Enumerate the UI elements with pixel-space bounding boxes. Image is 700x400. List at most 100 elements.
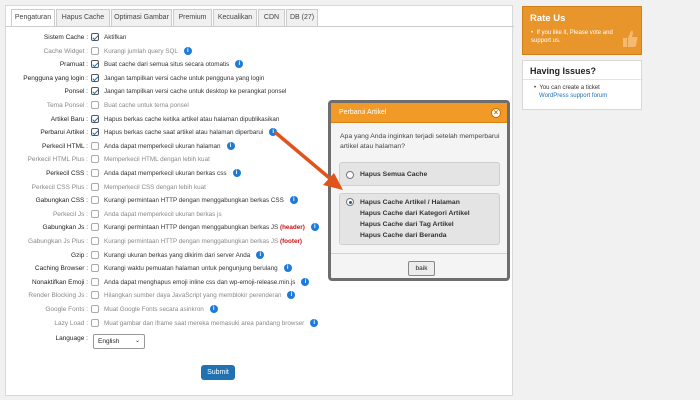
setting-checkbox[interactable] bbox=[91, 223, 99, 232]
setting-checkbox[interactable] bbox=[91, 73, 99, 82]
setting-checkbox[interactable] bbox=[91, 60, 99, 69]
setting-label: Lazy Load : bbox=[54, 319, 88, 327]
setting-checkbox[interactable] bbox=[91, 264, 99, 273]
option-line: Hapus Cache dari Kategori Artikel bbox=[360, 210, 470, 217]
setting-description: Kurangi permintaan HTTP dengan menggabun… bbox=[104, 222, 305, 233]
setting-checkbox[interactable] bbox=[91, 114, 99, 123]
setting-row: Lazy Load : Muat gambar dan iframe saat m… bbox=[6, 318, 511, 330]
thumbs-up-icon[interactable] bbox=[622, 29, 639, 49]
setting-description-text: Hapus berkas cache saat artikel atau hal… bbox=[104, 129, 264, 137]
setting-checkbox[interactable] bbox=[91, 237, 99, 245]
info-icon[interactable]: i bbox=[269, 128, 278, 137]
chevron-down-icon: ⌄ bbox=[134, 338, 140, 344]
setting-description-text: Hapus berkas cache ketika artikel atau h… bbox=[104, 115, 280, 123]
submit-button[interactable]: Submit bbox=[201, 365, 235, 380]
setting-description: Anda dapat menghapus emoji inline css da… bbox=[104, 277, 295, 288]
setting-checkbox[interactable] bbox=[91, 155, 99, 164]
setting-description-text: Aktifkan bbox=[104, 34, 127, 41]
info-icon[interactable]: i bbox=[289, 196, 298, 205]
setting-checkbox[interactable] bbox=[91, 291, 99, 300]
tab-premium[interactable]: Premium bbox=[173, 9, 212, 27]
setting-row: Google Fonts : Muat Google Fonts secara a… bbox=[6, 304, 511, 316]
info-icon[interactable]: i bbox=[310, 318, 319, 327]
setting-description: Kurangi ukuran berkas yang dikirim dari … bbox=[104, 250, 250, 261]
setting-checkbox[interactable] bbox=[91, 141, 99, 150]
setting-checkbox[interactable] bbox=[91, 128, 99, 137]
info-icon[interactable]: i bbox=[256, 250, 265, 259]
tab-cdn[interactable]: CDN bbox=[258, 9, 285, 27]
divider bbox=[331, 253, 507, 254]
setting-description: Anda dapat memperkecil ukuran berkas js bbox=[104, 209, 222, 220]
setting-checkbox[interactable] bbox=[91, 182, 99, 191]
setting-checkbox[interactable] bbox=[91, 209, 99, 218]
close-icon[interactable]: × bbox=[491, 108, 501, 118]
setting-description: Kurangi permintaan HTTP dengan menggabun… bbox=[104, 236, 302, 247]
info-icon[interactable]: i bbox=[287, 291, 296, 300]
setting-row: Sistem Cache : Aktifkan bbox=[6, 32, 511, 44]
setting-description: Kurangi jumlah query SQL bbox=[104, 46, 178, 57]
setting-label: Ponsel : bbox=[64, 88, 89, 96]
setting-checkbox[interactable] bbox=[91, 305, 99, 313]
setting-description: Muat gambar dan iframe saat mereka memas… bbox=[104, 318, 304, 329]
setting-description-text: Anda dapat memperkecil ukuran berkas js bbox=[104, 210, 222, 218]
ticket-text: You can create a ticket bbox=[539, 85, 600, 91]
setting-checkbox[interactable] bbox=[91, 33, 99, 41]
setting-label: Perkecil CSS : bbox=[46, 170, 88, 177]
info-icon[interactable]: i bbox=[310, 223, 319, 232]
setting-label: Google Fonts : bbox=[45, 306, 88, 313]
setting-checkbox[interactable] bbox=[91, 169, 99, 177]
tab-db-27[interactable]: DB (27) bbox=[286, 9, 318, 27]
radio-button-selected[interactable] bbox=[346, 198, 354, 206]
option-label: Hapus Cache Artikel / Halaman Hapus Cach… bbox=[360, 197, 470, 241]
radio-button[interactable] bbox=[346, 171, 354, 179]
update-post-dialog: Perbarui Artikel × Apa yang Anda inginka… bbox=[328, 100, 510, 281]
tab-pengaturan[interactable]: Pengaturan bbox=[11, 9, 55, 27]
tab-kecualikan[interactable]: Kecualikan bbox=[213, 9, 257, 27]
option-clear-post-cache[interactable]: Hapus Cache Artikel / Halaman Hapus Cach… bbox=[339, 193, 500, 245]
having-issues-text: • You can create a ticket WordPress supp… bbox=[534, 85, 608, 99]
language-label: Language : bbox=[55, 335, 88, 342]
info-icon[interactable]: i bbox=[283, 264, 292, 273]
setting-checkbox[interactable] bbox=[91, 196, 99, 205]
setting-description-text: Jangan tampilkan versi cache untuk pengg… bbox=[104, 74, 265, 82]
setting-description-text: Muat gambar dan iframe saat mereka memas… bbox=[104, 319, 305, 327]
language-value: English bbox=[98, 338, 120, 345]
info-icon[interactable]: i bbox=[301, 277, 310, 286]
option-label: Hapus Semua Cache bbox=[360, 171, 428, 178]
support-forum-link[interactable]: WordPress support forum bbox=[539, 93, 607, 99]
setting-description-text: Hilangkan sumber daya JavaScript yang me… bbox=[104, 292, 282, 300]
setting-label: Nonaktifkan Emoji : bbox=[32, 278, 88, 286]
setting-label: Perkecil HTML : bbox=[42, 142, 88, 150]
setting-description-text: Kurangi waktu pemuatan halaman untuk pen… bbox=[104, 265, 278, 273]
setting-description: Memperkecil CSS dengan lebih kuat bbox=[104, 182, 206, 193]
option-clear-all-cache[interactable]: Hapus Semua Cache bbox=[339, 162, 500, 186]
info-icon[interactable]: i bbox=[232, 169, 241, 177]
setting-checkbox[interactable] bbox=[91, 46, 99, 55]
setting-checkbox[interactable] bbox=[91, 101, 99, 109]
tab-hapus-cache[interactable]: Hapus Cache bbox=[56, 9, 110, 27]
setting-checkbox[interactable] bbox=[91, 250, 99, 259]
info-icon[interactable]: i bbox=[235, 60, 244, 69]
ok-button[interactable]: baik bbox=[408, 261, 435, 276]
setting-checkbox[interactable] bbox=[91, 87, 99, 96]
info-icon[interactable]: i bbox=[183, 46, 192, 55]
setting-description-text: Buat cache untuk tema ponsel bbox=[104, 102, 189, 109]
setting-label: Pengguna yang login : bbox=[23, 74, 88, 82]
tab-optimasi-gambar[interactable]: Optimasi Gambar bbox=[111, 9, 172, 27]
info-icon[interactable]: i bbox=[209, 305, 218, 313]
language-row: Language : bbox=[6, 333, 511, 345]
info-icon[interactable]: i bbox=[226, 141, 235, 150]
setting-description-text: Kurangi jumlah query SQL bbox=[104, 47, 178, 55]
setting-label: Gabungkan Js : bbox=[42, 224, 88, 232]
setting-label: Perkecil CSS Plus : bbox=[31, 183, 88, 191]
setting-description: Hapus berkas cache ketika artikel atau h… bbox=[104, 114, 279, 125]
setting-checkbox[interactable] bbox=[91, 277, 99, 286]
setting-label: Artikel Baru : bbox=[50, 115, 88, 123]
setting-label: Perkecil HTML Plus : bbox=[27, 156, 88, 164]
setting-label: Pramuat : bbox=[59, 61, 88, 69]
setting-checkbox[interactable] bbox=[91, 318, 99, 327]
setting-description: Buat cache untuk tema ponsel bbox=[104, 100, 189, 111]
tab-divider bbox=[6, 26, 514, 27]
language-select[interactable]: English ⌄ bbox=[93, 334, 145, 349]
setting-description-text: Anda dapat memperkecil ukuran berkas css bbox=[104, 170, 227, 177]
